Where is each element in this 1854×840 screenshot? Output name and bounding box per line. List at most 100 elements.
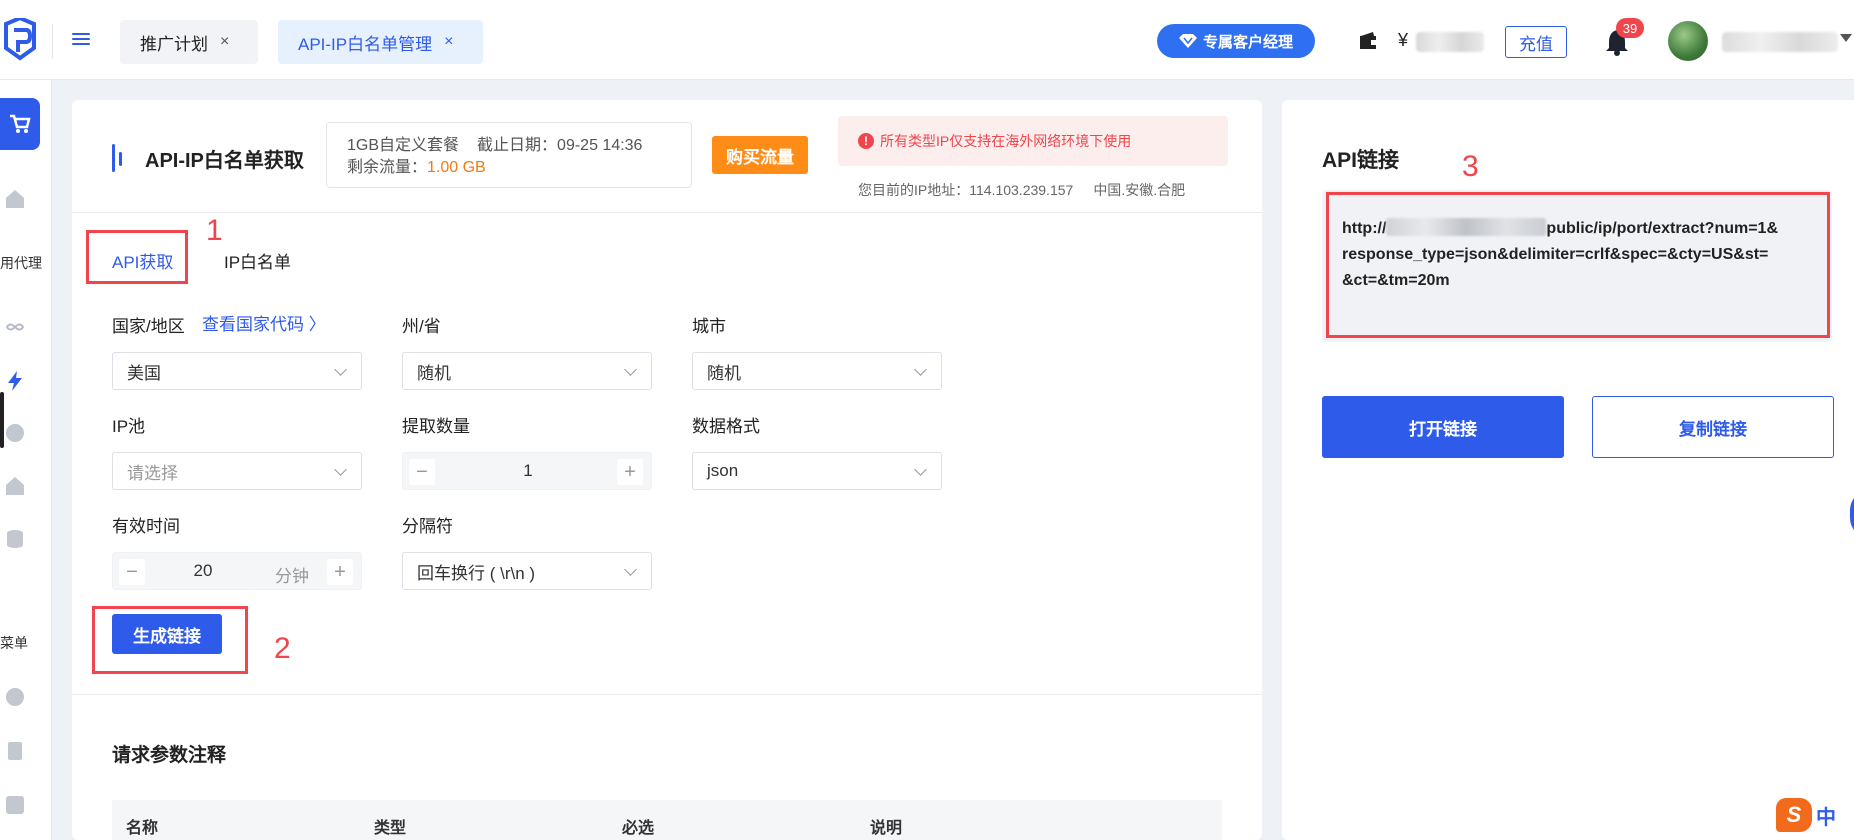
ip-pool-placeholder: 请选择 <box>127 463 178 483</box>
ip-pool-select[interactable]: 请选择 <box>112 452 362 490</box>
account-manager-button[interactable]: 专属客户经理 <box>1157 24 1315 58</box>
plan-name: 1GB自定义套餐 <box>347 137 460 154</box>
annotation-number-2: 2 <box>274 632 291 665</box>
plus-icon[interactable]: + <box>327 559 353 585</box>
balance-value <box>1416 32 1484 52</box>
format-label: 数据格式 <box>692 417 760 436</box>
chevron-down-icon <box>914 363 927 376</box>
remaining-label: 剩余流量： <box>347 159 428 176</box>
chevron-down-icon <box>334 463 347 476</box>
ttl-stepper[interactable]: − 20 分钟 + <box>112 552 362 590</box>
delimiter-select[interactable]: 回车换行 ( \r\n ) <box>402 552 652 590</box>
table-header-cell: 名称 <box>126 820 159 837</box>
top-bar: 推广计划 × API-IP白名单管理 × 专属客户经理 ¥ 充值 39 <box>0 0 1854 80</box>
view-country-codes-link[interactable]: 查看国家代码 〉 <box>202 310 326 335</box>
ip-label: 您目前的IP地址： <box>858 182 970 198</box>
username[interactable] <box>1722 32 1838 52</box>
expiry-label: 截止日期： <box>477 137 558 154</box>
table-header-cell: 说明 <box>870 820 903 837</box>
table-header-cell: 必选 <box>622 820 655 837</box>
divider <box>72 694 1262 695</box>
country-value: 美国 <box>127 363 161 383</box>
format-select[interactable]: json <box>692 452 942 490</box>
minus-icon[interactable]: − <box>119 559 145 585</box>
sidebar-item-cart[interactable] <box>0 98 40 150</box>
wallet-icon <box>1360 32 1378 49</box>
notification-badge: 39 <box>1616 18 1644 38</box>
notice-banner: ! 所有类型IP仅支持在海外网络环境下使用 <box>838 116 1228 166</box>
menu-toggle-icon[interactable] <box>72 30 90 50</box>
api-link-title: API链接 <box>1322 149 1400 172</box>
city-value: 随机 <box>707 363 741 383</box>
remaining-value: 1.00 GB <box>427 159 486 176</box>
lightning-icon[interactable] <box>4 370 26 392</box>
house-icon[interactable] <box>4 475 26 497</box>
main-card: API-IP白名单获取 1GB自定义套餐 截止日期：09-25 14:36 剩余流… <box>72 100 1262 840</box>
annotation-box-1 <box>86 230 188 284</box>
sidebar: 用代理 菜单 <box>0 80 52 840</box>
divider <box>52 24 53 58</box>
ticket-icon[interactable] <box>4 740 26 762</box>
chevron-down-icon[interactable] <box>1840 34 1852 42</box>
chevron-down-icon <box>914 463 927 476</box>
format-value: json <box>707 461 739 480</box>
title-accent <box>112 144 122 172</box>
city-select[interactable]: 随机 <box>692 352 942 390</box>
count-value[interactable]: 1 <box>443 461 613 481</box>
tab-label: API-IP白名单管理 <box>298 34 433 54</box>
tab-label: 推广计划 <box>140 34 208 54</box>
current-ip: 您目前的IP地址：114.103.239.157 中国.安徽.合肥 <box>858 180 1185 200</box>
buy-traffic-button[interactable]: 购买流量 <box>712 136 808 174</box>
ime-language: 中 <box>1816 806 1836 829</box>
translate-icon[interactable] <box>4 794 26 816</box>
params-section-title: 请求参数注释 <box>112 745 227 766</box>
sidebar-item-label[interactable]: 菜单 <box>0 633 28 653</box>
city-label: 城市 <box>692 317 726 336</box>
diamond-icon <box>1178 34 1197 48</box>
cart-icon <box>10 114 31 133</box>
page-title: API-IP白名单获取 <box>145 150 304 172</box>
coin-icon[interactable] <box>4 422 26 444</box>
sidebar-item-label[interactable]: 用代理 <box>0 253 42 273</box>
currency-symbol: ¥ <box>1398 30 1409 50</box>
annotation-number-1: 1 <box>206 214 223 247</box>
delimiter-label: 分隔符 <box>402 517 453 536</box>
ip-value: 114.103.239.157 <box>969 182 1074 198</box>
database-icon[interactable] <box>4 528 26 550</box>
tab-api-whitelist[interactable]: API-IP白名单管理 × <box>278 20 483 64</box>
yen-icon[interactable] <box>4 686 26 708</box>
annotation-box-3 <box>1326 192 1830 338</box>
avatar[interactable] <box>1668 21 1708 61</box>
minus-icon[interactable]: − <box>409 459 435 485</box>
tab-promotion-plan[interactable]: 推广计划 × <box>120 20 258 64</box>
manager-label: 专属客户经理 <box>1202 33 1293 51</box>
home-icon[interactable] <box>4 188 26 210</box>
country-select[interactable]: 美国 <box>112 352 362 390</box>
country-label: 国家/地区 <box>112 317 185 336</box>
state-select[interactable]: 随机 <box>402 352 652 390</box>
quantity-stepper[interactable]: − 1 + <box>402 452 652 490</box>
delimiter-value: 回车换行 ( \r\n ) <box>417 563 536 583</box>
tab-ip-whitelist[interactable]: IP白名单 <box>224 248 291 273</box>
plus-icon[interactable]: + <box>617 459 643 485</box>
open-link-button[interactable]: 打开链接 <box>1322 396 1564 458</box>
ip-location: 中国.安徽.合肥 <box>1093 182 1186 198</box>
params-table-header: 名称 类型 必选 说明 <box>112 800 1222 840</box>
api-link-panel: API链接 http://public/ip/port/extract?num=… <box>1282 100 1854 840</box>
ttl-unit: 分钟 <box>275 567 309 586</box>
state-value: 随机 <box>417 363 451 383</box>
logo-icon <box>3 18 36 61</box>
ttl-value[interactable]: 20 <box>173 561 233 581</box>
ttl-label: 有效时间 <box>112 517 180 536</box>
recharge-button[interactable]: 充值 <box>1505 26 1567 58</box>
close-icon[interactable]: × <box>444 33 453 51</box>
annotation-box-2 <box>92 606 248 674</box>
infinity-icon[interactable] <box>4 316 26 338</box>
state-label: 州/省 <box>402 317 441 336</box>
table-header-cell: 类型 <box>374 820 407 837</box>
chevron-down-icon <box>624 363 637 376</box>
notice-text: 所有类型IP仅支持在海外网络环境下使用 <box>880 133 1132 149</box>
copy-link-button[interactable]: 复制链接 <box>1592 396 1834 458</box>
ime-indicator[interactable]: S 中 <box>1776 798 1848 832</box>
close-icon[interactable]: × <box>220 33 229 51</box>
